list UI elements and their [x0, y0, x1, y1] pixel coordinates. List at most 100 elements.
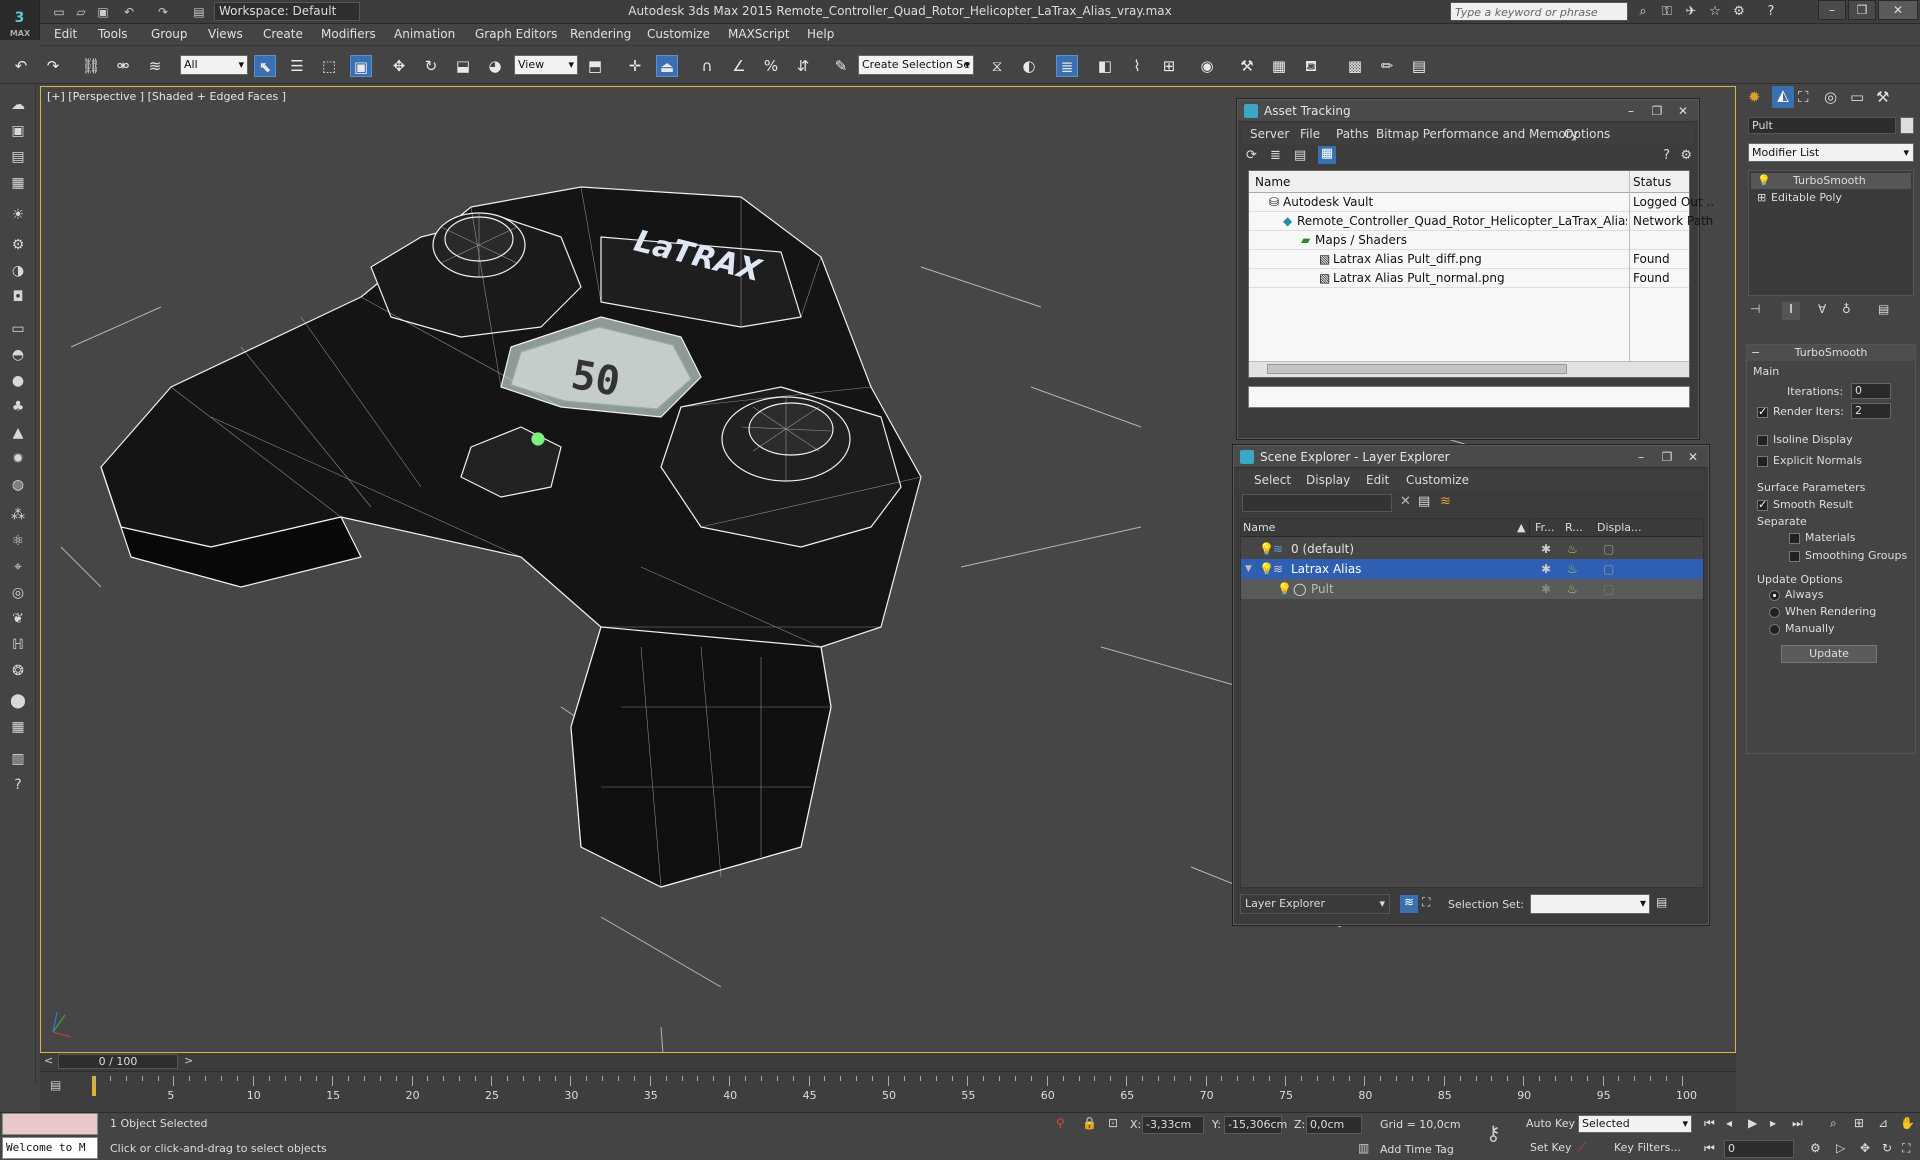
- teapot-icon[interactable]: ♨: [1567, 579, 1578, 599]
- menu-views[interactable]: Views: [208, 27, 243, 41]
- camera-icon[interactable]: ◘: [6, 286, 30, 308]
- menu-file[interactable]: File: [1300, 127, 1320, 141]
- update-manually-radio[interactable]: [1769, 624, 1780, 635]
- stack-item-turbosmooth[interactable]: 💡 TurboSmooth: [1751, 173, 1911, 189]
- table-row[interactable]: ⛁ Autodesk Vault Logged Out ..: [1249, 193, 1714, 212]
- update-button[interactable]: Update: [1781, 645, 1877, 663]
- maximize-button[interactable]: ❐: [1848, 0, 1876, 20]
- maximize-icon[interactable]: ❐: [1646, 103, 1668, 119]
- collapse-chevron-icon[interactable]: ▼: [1245, 559, 1252, 579]
- go-to-start-icon[interactable]: ⏮: [1704, 1116, 1715, 1131]
- select-object-icon[interactable]: ⬉: [254, 55, 276, 77]
- default-in-out-icon[interactable]: ⟋: [1578, 1140, 1586, 1155]
- key-filters-button[interactable]: Key Filters...: [1614, 1141, 1681, 1154]
- timeline[interactable]: ▤ 5 10 15 20 25 30 35 40 45 50 55 60 65 70 75 80 85 90 95 1…: [40, 1071, 1736, 1113]
- add-time-tag[interactable]: Add Time Tag: [1380, 1143, 1454, 1156]
- layer-explorer-icon[interactable]: ◧: [1094, 55, 1116, 77]
- table-row[interactable]: ▰ Maps / Shaders: [1249, 231, 1689, 250]
- material-ball-icon[interactable]: ⬤: [6, 690, 30, 712]
- menu-rendering[interactable]: Rendering: [570, 27, 631, 41]
- col-render[interactable]: R...: [1565, 519, 1583, 537]
- schematic-view-icon[interactable]: ⊞: [1158, 55, 1180, 77]
- gear-icon[interactable]: ⚙: [6, 234, 30, 256]
- manipulate-icon[interactable]: ✛: [624, 55, 646, 77]
- freeze-icon[interactable]: ✱: [1541, 579, 1551, 599]
- place-icon[interactable]: ◕: [484, 55, 506, 77]
- selection-set-dropdown[interactable]: ▾: [1530, 894, 1650, 914]
- menu-options[interactable]: Options: [1564, 127, 1610, 141]
- layer-row-default[interactable]: 💡 ≋ 0 (default) ✱ ♨ ▢: [1241, 539, 1703, 559]
- maximize-icon[interactable]: ❐: [1656, 449, 1678, 465]
- configure-sets-icon[interactable]: ▤: [1878, 302, 1889, 316]
- next-frame-icon[interactable]: >: [184, 1054, 193, 1067]
- grid-icon[interactable]: ▦: [6, 172, 30, 194]
- table-row[interactable]: ▧ Latrax Alias Pult_normal.png Found: [1249, 269, 1689, 288]
- menu-maxscript[interactable]: MAXScript: [728, 27, 790, 41]
- col-name[interactable]: Name: [1243, 519, 1275, 537]
- cone-icon[interactable]: ▲: [6, 422, 30, 444]
- time-slider[interactable]: < 0 / 100 >: [40, 1053, 1736, 1071]
- menu-animation[interactable]: Animation: [394, 27, 455, 41]
- motion-tab-icon[interactable]: ◎: [1824, 88, 1837, 106]
- workspace-dropdown[interactable]: Workspace: Default: [214, 2, 360, 21]
- menu-customize[interactable]: Customize: [647, 27, 710, 41]
- rect-selection-icon[interactable]: ⬚: [318, 55, 340, 77]
- key-mode-dropdown[interactable]: Selected ▾: [1578, 1115, 1692, 1133]
- freeze-icon[interactable]: ✱: [1541, 559, 1551, 579]
- explicit-normals-checkbox[interactable]: [1757, 456, 1768, 467]
- close-icon[interactable]: ✕: [1682, 449, 1704, 465]
- menu-display[interactable]: Display: [1306, 473, 1350, 487]
- current-frame-field[interactable]: 0: [1724, 1140, 1794, 1158]
- play-icon[interactable]: ▶: [1748, 1116, 1757, 1130]
- display-tab-icon[interactable]: ▭: [1850, 88, 1864, 106]
- foliage-icon[interactable]: ❦: [6, 608, 30, 630]
- iterations-spinner[interactable]: 0: [1851, 383, 1891, 399]
- render-iters-checkbox[interactable]: [1757, 405, 1768, 418]
- teapot-icon[interactable]: ♨: [1567, 539, 1578, 559]
- render-iters-spinner[interactable]: 2: [1851, 403, 1891, 419]
- render-setup-icon[interactable]: ⚒: [1236, 55, 1258, 77]
- light-icon[interactable]: ☀: [6, 204, 30, 226]
- prev-frame-icon[interactable]: <: [44, 1054, 53, 1067]
- maximize-viewport-icon[interactable]: ⛶: [1902, 1141, 1910, 1156]
- communication-icon[interactable]: ✈: [1682, 3, 1700, 21]
- app-logo[interactable]: 3 MAX: [0, 0, 40, 40]
- molecule-icon[interactable]: ⚛: [6, 530, 30, 552]
- object-color-swatch[interactable]: [1900, 117, 1914, 134]
- col-freeze[interactable]: Fr...: [1535, 519, 1555, 537]
- walkthrough-icon[interactable]: ✥: [1860, 1141, 1870, 1155]
- close-button[interactable]: ✕: [1878, 0, 1918, 20]
- window-crossing-icon[interactable]: ▣: [350, 55, 372, 77]
- update-always-radio[interactable]: [1769, 590, 1780, 601]
- snaps-toggle-icon[interactable]: ∩: [696, 55, 718, 77]
- vault-settings-icon[interactable]: ⚙: [1680, 148, 1692, 163]
- menu-server[interactable]: Server: [1250, 127, 1289, 141]
- fov-icon[interactable]: ⊿: [1878, 1116, 1888, 1130]
- menu-tools[interactable]: Tools: [98, 27, 128, 41]
- hair-icon[interactable]: ℍ: [6, 634, 30, 656]
- find-input[interactable]: [1242, 494, 1392, 512]
- hierarchy-mode-icon[interactable]: ⛶: [1422, 895, 1430, 910]
- pan-icon[interactable]: ✋: [1900, 1116, 1915, 1130]
- display-box-icon[interactable]: ▢: [1603, 579, 1614, 599]
- object-name-field[interactable]: Pult: [1748, 117, 1896, 134]
- menu-customize[interactable]: Customize: [1406, 473, 1469, 487]
- named-selection-dropdown[interactable]: Create Selection Se: [858, 55, 974, 75]
- disc-icon[interactable]: ◍: [6, 474, 30, 496]
- refresh-icon[interactable]: ⟳: [1246, 148, 1257, 163]
- percent-snap-icon[interactable]: %: [760, 55, 782, 77]
- scene-explorer-icon[interactable]: ≣: [1056, 55, 1078, 77]
- mirror-icon[interactable]: ⧖: [986, 55, 1008, 77]
- bind-space-warp-icon[interactable]: ≋: [144, 55, 166, 77]
- smoothing-groups-checkbox[interactable]: [1789, 551, 1800, 562]
- binoculars-icon[interactable]: ⌕: [1634, 3, 1652, 21]
- plant-icon[interactable]: ♣: [6, 396, 30, 418]
- redo-icon[interactable]: ↷: [154, 3, 172, 21]
- minimize-icon[interactable]: –: [1630, 449, 1652, 465]
- sun-icon[interactable]: ✹: [6, 448, 30, 470]
- redo-icon[interactable]: ↷: [42, 55, 64, 77]
- expand-plus-icon[interactable]: ⊞: [1757, 190, 1766, 206]
- mini-curve-editor-icon[interactable]: ▤: [50, 1078, 70, 1096]
- key-icon[interactable]: ⚷: [1486, 1121, 1501, 1145]
- hierarchy-tab-icon[interactable]: ⛶: [1798, 88, 1809, 106]
